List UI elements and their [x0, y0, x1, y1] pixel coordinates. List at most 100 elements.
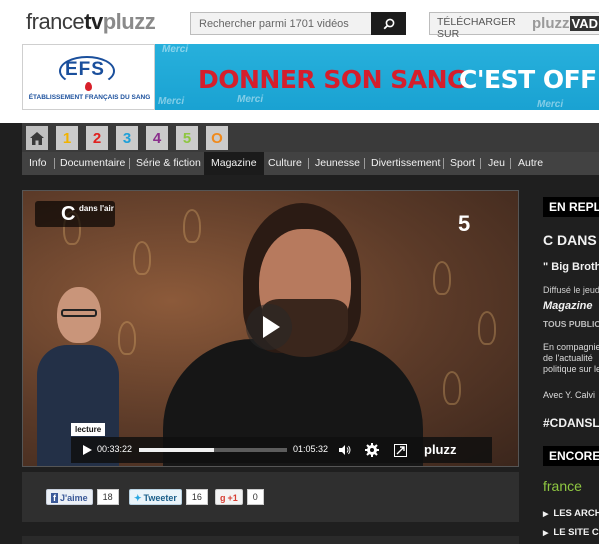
channel-number: 1	[62, 129, 72, 147]
logo-tv: tv	[84, 9, 103, 34]
blood-drop-icon	[85, 82, 92, 91]
sidebar-link-archives[interactable]: ▶LES ARCHIVES	[543, 508, 599, 519]
google-plus-widget[interactable]: g +1 0	[215, 489, 264, 505]
nav-separator	[54, 158, 55, 169]
channel-5-bug: 5	[458, 211, 471, 236]
arrow-right-icon: ▶	[543, 511, 549, 518]
nav-separator	[364, 158, 365, 169]
rating-label: TOUS PUBLICS	[543, 319, 599, 329]
nav-item-info[interactable]: Info	[29, 152, 47, 175]
banner-slogan-white: C'EST OFFRIR	[459, 65, 599, 94]
genre-label: Magazine	[543, 300, 593, 312]
nav-separator	[480, 158, 481, 169]
twitter-bird-icon: ✦	[134, 493, 142, 503]
show-description: En compagnie de l'actualité politique su…	[543, 342, 599, 374]
france-5-channel-logo[interactable]: france	[543, 478, 582, 494]
merci-watermark: Merci	[162, 44, 189, 55]
channel-france-2-button[interactable]: 1	[56, 126, 78, 150]
facebook-like-count: 18	[96, 489, 119, 505]
duration: 01:05:32	[293, 444, 329, 454]
nav-separator	[510, 158, 511, 169]
home-icon	[30, 131, 44, 145]
google-g-icon: g	[220, 493, 226, 503]
channel-bar	[22, 123, 599, 152]
seek-bar[interactable]	[139, 448, 287, 452]
nav-item-serie-fiction[interactable]: Série & fiction	[136, 152, 201, 175]
arrow-right-icon: ▶	[543, 530, 549, 537]
sidebar-replay-panel: EN REPLAY C DANS L'AIR " Big Brother Dif…	[532, 190, 599, 544]
presenter-credit: Avec Y. Calvi	[543, 390, 596, 400]
tweet-count: 16	[185, 489, 208, 505]
logo-france: france	[26, 9, 85, 34]
volume-icon[interactable]	[338, 443, 352, 457]
c-dans-l-air-show-logo: C dans l'air	[35, 201, 115, 227]
facebook-like-button[interactable]: f J'aime	[46, 489, 93, 505]
nav-separator	[443, 158, 444, 169]
merci-watermark: Merci	[537, 99, 564, 110]
show-hashtag[interactable]: #CDANSLAIR	[543, 416, 599, 430]
nav-item-culture[interactable]: Culture	[268, 152, 302, 175]
merci-watermark: Merci	[237, 94, 264, 105]
broadcast-date: Diffusé le jeudi	[543, 285, 599, 295]
channel-france-2-button[interactable]: 2	[86, 126, 108, 150]
google-plus-one-button[interactable]: g +1	[215, 489, 243, 505]
player-control-bar: 00:33:22 01:05:32 pluzz	[71, 437, 492, 463]
channel-france-4-button[interactable]: 4	[146, 126, 168, 150]
nav-item-magazine[interactable]: Magazine	[204, 152, 264, 175]
search-button[interactable]	[371, 12, 406, 35]
settings-gear-icon[interactable]	[365, 443, 379, 457]
efs-ad-banner[interactable]: Merci Merci Merci Merci EFS ÉTABLISSEMEN…	[22, 44, 599, 110]
nav-item-documentaire[interactable]: Documentaire	[60, 152, 125, 175]
merci-watermark: Merci	[158, 96, 185, 107]
header: francetvpluzz TÉLÉCHARGER SUR pluzzVAD M…	[0, 0, 599, 123]
lecture-tooltip: lecture	[71, 423, 106, 436]
wallpaper-ornament	[118, 321, 136, 355]
twitter-tweet-widget[interactable]: ✦ Tweeter 16	[129, 489, 208, 505]
seek-bar-progress	[139, 448, 215, 452]
current-time: 00:33:22	[97, 444, 133, 454]
channel-france-o-button[interactable]: O	[206, 126, 228, 150]
home-button[interactable]	[26, 126, 48, 150]
nav-separator	[308, 158, 309, 169]
banner-slogan-red: DONNER SON SANG	[198, 65, 468, 94]
main-speaker-person	[163, 199, 423, 466]
video-player[interactable]: C dans l'air 5 lecture 00:33:22 01:05:32…	[22, 190, 519, 467]
logo-pluzz: pluzz	[102, 9, 156, 34]
channel-france-5-button[interactable]: 5	[176, 126, 198, 150]
big-play-button[interactable]	[246, 304, 292, 350]
facebook-like-widget[interactable]: f J'aime 18	[46, 489, 119, 505]
show-title[interactable]: C DANS L'AIR	[543, 232, 599, 248]
search-input[interactable]	[191, 13, 372, 34]
francetv-pluzz-logo[interactable]: francetvpluzz	[26, 9, 156, 35]
pluzz-watermark-logo: pluzz	[424, 442, 457, 457]
nav-item-jeunesse[interactable]: Jeunesse	[315, 152, 360, 175]
sidebar-heading-more: ENCORE	[543, 446, 599, 466]
efs-logo: EFS ÉTABLISSEMENT FRANÇAIS DU SANG	[22, 44, 155, 110]
search-icon	[383, 18, 394, 29]
pluzz-vad-logo: pluzz VAD	[532, 15, 599, 32]
wallpaper-ornament	[133, 241, 151, 275]
share-bar: f J'aime 18 ✦ Tweeter 16 g +1 0	[22, 472, 519, 522]
nav-item-sport[interactable]: Sport	[450, 152, 475, 175]
channel-number: 2	[92, 129, 102, 147]
episode-title: " Big Brother	[543, 261, 599, 273]
wallpaper-ornament	[478, 311, 496, 345]
search-box	[190, 12, 406, 35]
channel-number: O	[211, 129, 223, 147]
content-divider	[22, 536, 519, 544]
category-nav: Info Documentaire Série & fiction Magazi…	[22, 152, 599, 175]
sidebar-link-site[interactable]: ▶LE SITE C DANS L'AIR	[543, 527, 599, 538]
nav-item-divertissement[interactable]: Divertissement	[371, 152, 440, 175]
nav-separator	[129, 158, 130, 169]
facebook-icon: f	[51, 493, 58, 503]
wallpaper-ornament	[443, 371, 461, 405]
channel-number: 3	[122, 129, 132, 147]
fullscreen-icon[interactable]	[393, 443, 407, 457]
play-icon[interactable]	[83, 445, 92, 455]
download-pluzz-vad-button[interactable]: TÉLÉCHARGER SUR pluzz VAD	[429, 12, 599, 40]
tweet-button[interactable]: ✦ Tweeter	[129, 489, 182, 505]
nav-item-autre[interactable]: Autre	[518, 152, 543, 175]
channel-number: 5	[182, 129, 192, 147]
channel-france-3-button[interactable]: 3	[116, 126, 138, 150]
nav-item-jeu[interactable]: Jeu	[488, 152, 505, 175]
